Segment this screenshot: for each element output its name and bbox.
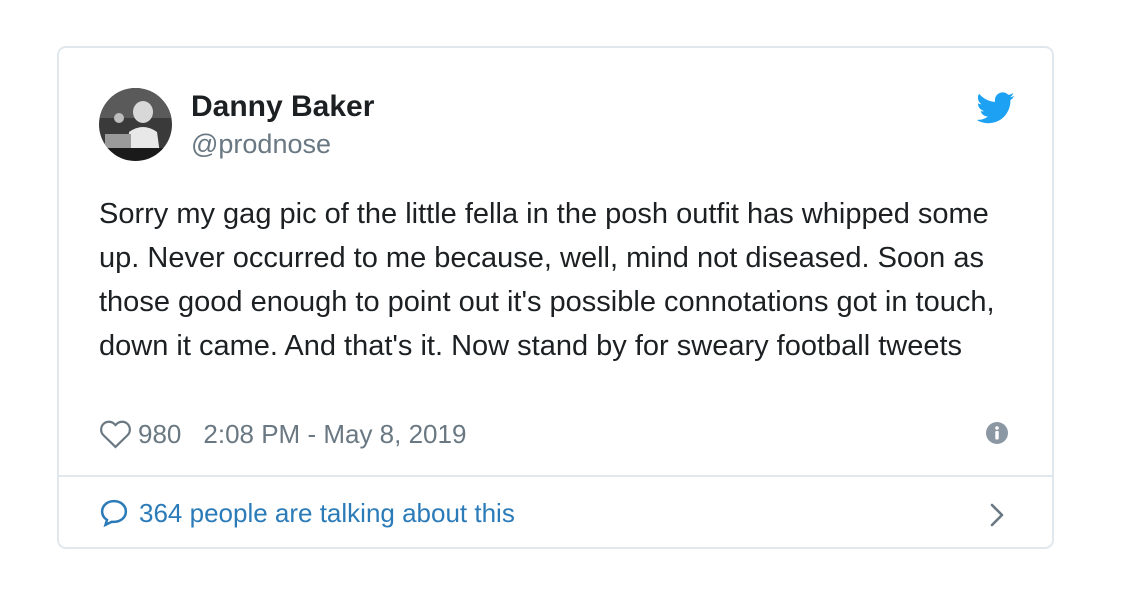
avatar[interactable]: [99, 88, 172, 161]
twitter-bird-icon[interactable]: [977, 92, 1015, 124]
avatar-image: [99, 88, 172, 161]
author-name[interactable]: Danny Baker: [191, 90, 374, 124]
like-count[interactable]: 980: [138, 419, 181, 450]
speech-bubble-icon: [100, 499, 128, 528]
talking-label[interactable]: 364 people are talking about this: [139, 498, 515, 529]
tweet-timestamp[interactable]: 2:08 PM - May 8, 2019: [203, 419, 466, 450]
info-icon[interactable]: [986, 422, 1008, 444]
tweet-card: Danny Baker @prodnose Sorry my gag pic o…: [57, 46, 1054, 549]
chevron-right-icon[interactable]: [988, 502, 1006, 528]
tweet-text: Sorry my gag pic of the little fella in …: [99, 198, 995, 362]
divider: [59, 475, 1052, 477]
heart-icon[interactable]: [99, 419, 132, 449]
talking-link[interactable]: 364 people are talking about this: [99, 496, 515, 530]
tweet-meta: 980 2:08 PM - May 8, 2019: [99, 417, 466, 451]
author-handle[interactable]: @prodnose: [191, 128, 331, 160]
